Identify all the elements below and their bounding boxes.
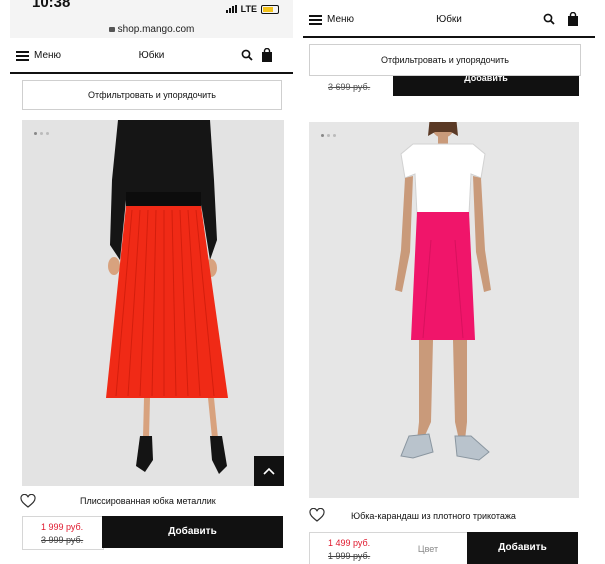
product-image[interactable] [309,122,579,498]
product-name[interactable]: Юбка-карандаш из плотного трикотажа [351,511,516,521]
shopping-bag-icon[interactable] [261,48,273,62]
url-bar[interactable]: shop.mango.com [10,24,293,35]
sale-price: 1 999 руб. [41,522,84,532]
site-header: Меню Юбки [303,6,595,38]
url-text: shop.mango.com [117,24,195,35]
price-box: 1 999 руб. 3 999 руб. [22,516,104,550]
product-image[interactable] [22,120,284,486]
heart-icon[interactable] [309,508,325,522]
skirt-shape [411,212,475,340]
previous-product-old-price: 3 699 руб. [328,82,371,92]
add-to-cart-button[interactable]: Добавить [102,516,283,548]
price-box: 1 499 руб. 1 999 руб. [309,532,391,564]
previous-add-to-cart-button[interactable]: Добавить [393,74,579,96]
status-bar: 10:38 LTE shop.mango.com [10,0,293,38]
add-to-cart-button[interactable]: Добавить [467,532,578,564]
right-phone-screen: Меню Юбки 3 699 руб. Добавить Отфильтров… [303,0,595,564]
original-price: 1 999 руб. [328,551,371,561]
heart-icon[interactable] [20,494,36,508]
scroll-to-top-button[interactable] [254,456,284,486]
color-select-button[interactable]: Цвет [389,532,468,564]
site-header: Меню Юбки [10,42,293,74]
lock-icon [108,27,115,32]
sale-price: 1 499 руб. [328,538,371,548]
left-phone-screen: 10:38 LTE shop.mango.com Меню Юбки Отфил… [10,0,293,564]
signal-icon [225,5,237,13]
status-indicators: LTE [225,4,279,14]
shopping-bag-icon[interactable] [567,12,579,26]
filter-sort-button[interactable]: Отфильтровать и упорядочить [309,44,581,76]
network-label: LTE [240,4,257,14]
search-icon[interactable] [543,13,555,25]
search-icon[interactable] [241,49,253,61]
product-name[interactable]: Плиссированная юбка металлик [80,496,216,506]
carousel-dots [321,134,336,137]
carousel-dots [34,132,49,135]
chevron-up-icon [263,467,275,475]
model-illustration [309,122,579,498]
filter-sort-button[interactable]: Отфильтровать и упорядочить [22,80,282,110]
model-illustration [22,120,284,486]
original-price: 3 999 руб. [41,535,84,545]
status-time: 10:38 [32,0,71,11]
battery-icon [261,4,279,14]
